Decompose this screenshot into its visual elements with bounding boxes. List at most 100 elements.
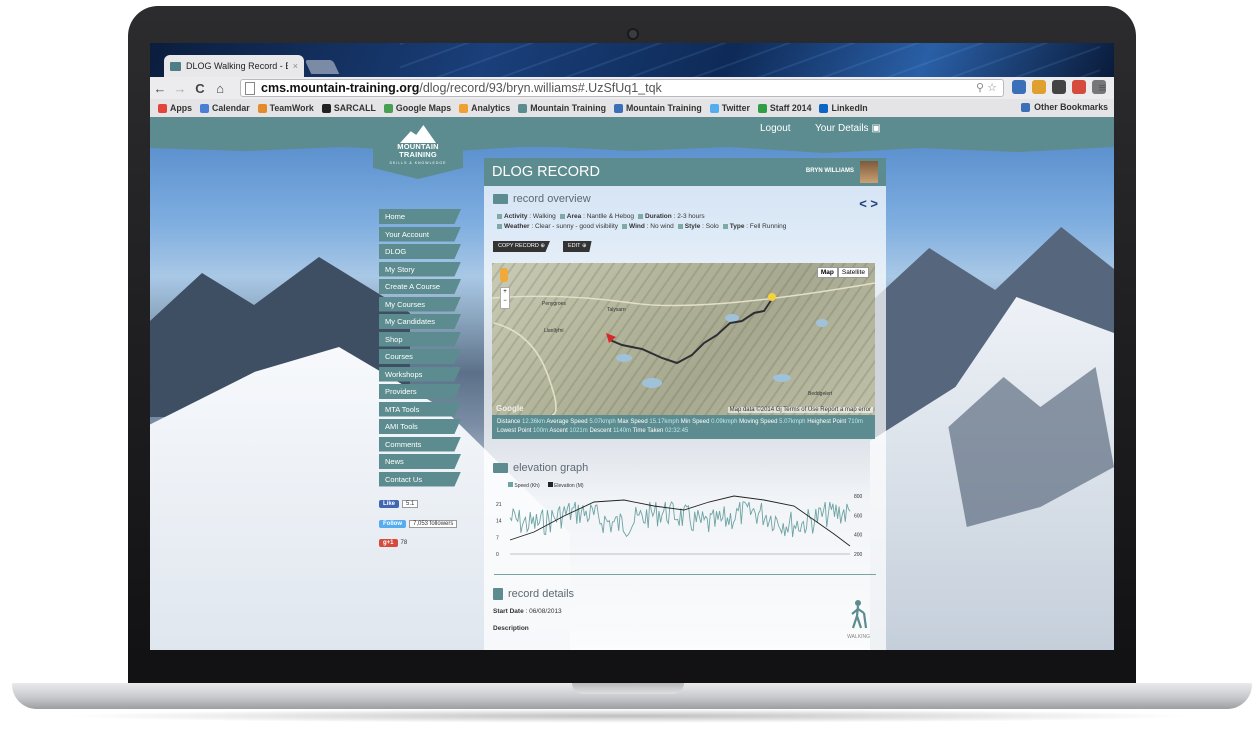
folder-icon bbox=[1021, 102, 1031, 112]
bookmark-item[interactable]: Mountain Training bbox=[613, 103, 702, 113]
sidenav-item[interactable]: News bbox=[379, 454, 461, 469]
address-bar[interactable]: cms.mountain-training.org /dlog/record/9… bbox=[240, 79, 1004, 97]
sidenav-item[interactable]: Comments bbox=[379, 436, 461, 452]
screen: DLOG Walking Record - B × ← → C ⌂ cms.mo… bbox=[150, 43, 1114, 650]
close-tab-icon[interactable]: × bbox=[293, 61, 298, 71]
previous-record-button[interactable]: < bbox=[859, 196, 867, 211]
meta-key: Type bbox=[729, 223, 745, 230]
bookmark-item[interactable]: Calendar bbox=[200, 103, 250, 113]
bookmark-item[interactable]: TeamWork bbox=[257, 103, 314, 113]
legend-swatch bbox=[508, 482, 513, 487]
map-type-control: Map Satellite bbox=[816, 267, 869, 278]
sidenav-item[interactable]: Home bbox=[379, 209, 461, 224]
record-pager: < > bbox=[859, 196, 878, 211]
sidenav-item[interactable]: Create A Course bbox=[379, 279, 461, 294]
menu-icon[interactable]: ≡ bbox=[1098, 80, 1106, 95]
logo-line2: TRAINING bbox=[399, 150, 437, 159]
like-button[interactable]: Like bbox=[379, 500, 400, 508]
new-tab-button[interactable] bbox=[304, 60, 340, 74]
bookmark-item[interactable]: Google Maps bbox=[383, 103, 451, 113]
sidenav-item[interactable]: Courses bbox=[379, 349, 461, 364]
copy-record-button[interactable]: COPY RECORD ⊕ bbox=[493, 241, 550, 252]
stat-label: Lowest Point bbox=[497, 428, 532, 434]
stat-label: Moving Speed bbox=[739, 419, 778, 425]
web-page: Logout Your Details ▣ MOUNTAIN TRAINING … bbox=[150, 117, 1114, 650]
bookmark-item[interactable]: Twitter bbox=[709, 103, 750, 113]
sidenav-item[interactable]: Your Account bbox=[379, 226, 461, 242]
bullet-icon bbox=[722, 223, 728, 229]
bookmark-label: Mountain Training bbox=[530, 103, 606, 113]
legend-speed-label: Speed (Kh) bbox=[514, 483, 540, 489]
reload-button[interactable]: C bbox=[190, 81, 210, 96]
route-map[interactable]: + − Penygroes Talysarn Llanllyfni Beddge… bbox=[492, 263, 875, 415]
y-tick-right: 600 bbox=[854, 513, 863, 519]
bookmark-item[interactable]: Mountain Training bbox=[518, 103, 606, 113]
stat-value: 100m bbox=[533, 428, 549, 434]
legend-speed: Speed (Kh) bbox=[508, 482, 540, 489]
map-type-map[interactable]: Map bbox=[816, 267, 838, 278]
gplus-button[interactable]: g+1 bbox=[379, 539, 398, 547]
overview-meta: Activity : Walking Area : Nantlle & Hebog… bbox=[493, 213, 705, 220]
twitter-follow[interactable]: Follow 7,053 followers bbox=[379, 520, 458, 528]
start-date-label: Start Date bbox=[493, 608, 524, 615]
meta-key: Weather bbox=[504, 223, 530, 230]
extension-icon[interactable] bbox=[1012, 80, 1026, 94]
bookmark-item[interactable]: Staff 2014 bbox=[757, 103, 811, 113]
map-place-label: Talysarn bbox=[607, 307, 626, 313]
sidenav-item[interactable]: My Candidates bbox=[379, 314, 461, 329]
bookmark-item[interactable]: SARCALL bbox=[321, 103, 376, 113]
bookmark-item[interactable]: Apps bbox=[158, 103, 192, 113]
sidenav-item[interactable]: MTA Tools bbox=[379, 401, 461, 417]
extension-icon[interactable] bbox=[1052, 80, 1066, 94]
logout-link[interactable]: Logout bbox=[760, 123, 791, 134]
sidenav-item[interactable]: Contact Us bbox=[379, 471, 461, 487]
bookmark-item[interactable]: Analytics bbox=[459, 103, 510, 113]
sidenav-item[interactable]: Shop bbox=[379, 331, 461, 347]
speed-series-line bbox=[509, 501, 851, 538]
sidenav-item[interactable]: AMI Tools bbox=[379, 419, 461, 434]
meta-key: Area bbox=[566, 213, 582, 220]
elevation-heading-text: elevation graph bbox=[513, 462, 589, 474]
zoom-in-button[interactable]: + bbox=[503, 289, 507, 295]
next-record-button[interactable]: > bbox=[870, 196, 878, 211]
sidenav-item[interactable]: My Story bbox=[379, 261, 461, 277]
back-button[interactable]: ← bbox=[150, 81, 170, 96]
bullet-icon bbox=[638, 213, 644, 219]
browser-toolbar: ← → C ⌂ cms.mountain-training.org /dlog/… bbox=[150, 77, 1114, 99]
road bbox=[493, 322, 557, 415]
sidenav-item[interactable]: My Courses bbox=[379, 296, 461, 312]
y-tick-left: 7 bbox=[496, 535, 499, 541]
home-button[interactable]: ⌂ bbox=[210, 81, 230, 96]
map-type-satellite[interactable]: Satellite bbox=[837, 267, 869, 278]
bookmark-icon bbox=[819, 103, 829, 113]
stat-label: Max Speed bbox=[617, 419, 648, 425]
zoom-control[interactable]: + − bbox=[500, 287, 510, 309]
map-credit[interactable]: Map data ©2014 Gj Terms of Use Report a … bbox=[727, 407, 873, 413]
extension-icon[interactable] bbox=[1032, 80, 1046, 94]
bookmark-label: Mountain Training bbox=[625, 103, 702, 113]
other-bookmarks[interactable]: Other Bookmarks bbox=[1021, 102, 1108, 112]
facebook-like[interactable]: Like 5.1 bbox=[379, 500, 419, 508]
browser-tab[interactable]: DLOG Walking Record - B × bbox=[164, 55, 304, 77]
y-tick-right: 800 bbox=[854, 494, 863, 500]
sidenav-item[interactable]: Providers bbox=[379, 384, 461, 399]
edit-button[interactable]: EDIT ⊕ bbox=[563, 241, 592, 252]
your-details-link[interactable]: Your Details ▣ bbox=[815, 123, 881, 134]
follow-button[interactable]: Follow bbox=[379, 520, 406, 528]
bookmark-icon bbox=[158, 103, 167, 113]
stat-value: 12.36km bbox=[522, 419, 546, 425]
sidenav-item[interactable]: Workshops bbox=[379, 366, 461, 382]
avatar[interactable] bbox=[860, 161, 878, 183]
zoom-star-icons[interactable]: ⚲ ☆ bbox=[976, 80, 997, 96]
extension-icon[interactable] bbox=[1072, 80, 1086, 94]
user-name[interactable]: BRYN WILLIAMS bbox=[806, 168, 854, 174]
sidenav-item[interactable]: DLOG bbox=[379, 244, 461, 259]
google-plus[interactable]: g+1 78 bbox=[379, 539, 407, 547]
site-logo[interactable]: MOUNTAIN TRAINING SKILLS & KNOWLEDGE bbox=[373, 117, 463, 179]
forward-button[interactable]: → bbox=[170, 81, 190, 96]
bookmark-item[interactable]: LinkedIn bbox=[819, 103, 868, 113]
zoom-out-button[interactable]: − bbox=[503, 298, 507, 304]
y-tick-right: 400 bbox=[854, 533, 863, 539]
bookmark-icon bbox=[613, 103, 623, 113]
pegman-icon[interactable] bbox=[500, 268, 508, 282]
